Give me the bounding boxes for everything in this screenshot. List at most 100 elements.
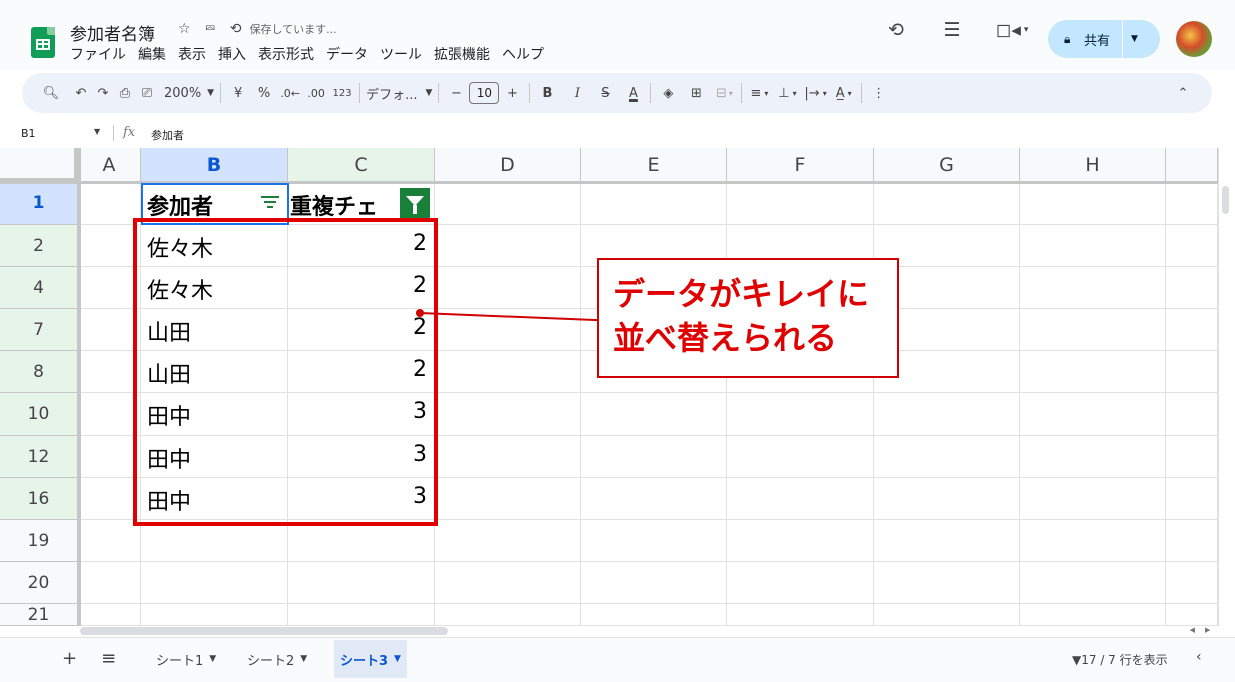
grid-cell[interactable] [581, 436, 727, 478]
grid-cell[interactable] [727, 182, 874, 225]
more-formats-button[interactable]: 123 [331, 79, 353, 107]
text-wrapping-icon[interactable]: |→ ▾ [804, 79, 826, 107]
grid-cell[interactable] [288, 520, 435, 562]
grid-cell[interactable] [727, 604, 874, 626]
grid-cell[interactable] [1020, 225, 1166, 267]
grid-cell[interactable] [581, 393, 727, 436]
grid-cell[interactable] [288, 562, 435, 604]
grid-cell[interactable] [435, 478, 581, 520]
scroll-right-icon[interactable]: ▶ [1205, 626, 1210, 636]
fill-color-icon[interactable]: ◈ [657, 79, 679, 107]
grid-cell[interactable] [435, 393, 581, 436]
grid-cell[interactable] [1166, 393, 1218, 436]
paint-format-icon[interactable]: ⎚ [136, 79, 158, 107]
grid-cell[interactable] [874, 393, 1020, 436]
horizontal-scrollbar[interactable] [80, 626, 1218, 636]
sheet-tab-2[interactable]: シート2 ▼ [241, 640, 313, 678]
grid-cell[interactable] [78, 520, 141, 562]
grid-cell[interactable] [1166, 520, 1218, 562]
grid-cell[interactable] [1166, 604, 1218, 626]
grid-cell[interactable] [727, 562, 874, 604]
horizontal-scroll-thumb[interactable] [80, 627, 448, 635]
move-to-folder-icon[interactable]: ⮹ [205, 21, 216, 37]
grid-cell[interactable] [141, 604, 288, 626]
grid-cell[interactable] [78, 604, 141, 626]
grid-cell[interactable] [1020, 520, 1166, 562]
row-header[interactable]: 19 [0, 520, 78, 562]
text-rotation-icon[interactable]: A̲ ▾ [833, 79, 855, 107]
collapse-panel-icon[interactable]: ‹ [1196, 649, 1202, 665]
grid-cell[interactable] [581, 520, 727, 562]
grid-cell[interactable] [141, 520, 288, 562]
sheet-tab-1[interactable]: シート1 ▼ [150, 640, 222, 678]
grid-cell[interactable] [874, 604, 1020, 626]
column-header-f[interactable]: F [727, 148, 874, 182]
grid-cell[interactable] [1166, 436, 1218, 478]
grid-cell[interactable] [1166, 478, 1218, 520]
redo-icon[interactable]: ↷ [92, 79, 114, 107]
grid-cell[interactable] [435, 225, 581, 267]
column-header-g[interactable]: G [874, 148, 1020, 182]
grid-cell[interactable] [1166, 562, 1218, 604]
menu-help[interactable]: ヘルプ [502, 44, 544, 64]
row-header[interactable]: 4 [0, 267, 78, 309]
percent-format-button[interactable]: % [253, 79, 275, 107]
grid-cell[interactable] [1020, 182, 1166, 225]
video-call-icon[interactable]: ◻◂ ▾ [994, 18, 1030, 42]
grid-cell[interactable] [435, 267, 581, 309]
grid-cell[interactable] [1020, 436, 1166, 478]
vertical-scrollbar[interactable] [1218, 148, 1235, 626]
grid-cell[interactable] [141, 562, 288, 604]
horizontal-align-icon[interactable]: ≡ ▾ [748, 79, 770, 107]
grid-cell[interactable] [78, 309, 141, 351]
grid-cell[interactable] [1020, 267, 1166, 309]
grid-cell[interactable] [435, 436, 581, 478]
grid-cell[interactable] [874, 182, 1020, 225]
name-box-dropdown-icon[interactable]: ▼ [94, 127, 100, 136]
menu-edit[interactable]: 編集 [138, 44, 166, 64]
formula-input[interactable]: 参加者 [151, 127, 184, 143]
grid-cell[interactable] [435, 520, 581, 562]
grid-cell[interactable] [1166, 225, 1218, 267]
column-header-a[interactable]: A [78, 148, 141, 182]
star-icon[interactable]: ☆ [178, 21, 191, 37]
vertical-scroll-thumb[interactable] [1222, 186, 1229, 214]
grid-cell[interactable] [435, 351, 581, 393]
borders-icon[interactable]: ⊞ [685, 79, 707, 107]
grid-cell[interactable] [1020, 604, 1166, 626]
grid-cell[interactable] [874, 520, 1020, 562]
column-header-next[interactable] [1166, 148, 1218, 182]
grid-cell[interactable] [874, 436, 1020, 478]
select-all-corner[interactable] [0, 148, 78, 182]
grid-cell[interactable] [1166, 309, 1218, 351]
share-button[interactable]: 🔒︎ 共有 ▼ [1048, 20, 1160, 58]
more-options-icon[interactable]: ⋮ [868, 79, 890, 107]
share-dropdown-icon[interactable]: ▼ [1131, 34, 1138, 44]
menu-insert[interactable]: 挿入 [218, 44, 246, 64]
grid-cell[interactable] [78, 436, 141, 478]
column-header-b[interactable]: B [141, 148, 288, 182]
grid-cell[interactable] [727, 478, 874, 520]
menu-tools[interactable]: ツール [380, 44, 422, 64]
grid-cell[interactable] [1020, 393, 1166, 436]
grid-cell[interactable] [1166, 351, 1218, 393]
menu-view[interactable]: 表示 [178, 44, 206, 64]
row-header[interactable]: 21 [0, 604, 78, 626]
grid-cell[interactable] [1020, 309, 1166, 351]
grid-cell[interactable] [1020, 562, 1166, 604]
menu-format[interactable]: 表示形式 [258, 44, 314, 64]
grid-cell[interactable] [581, 562, 727, 604]
row-header[interactable]: 16 [0, 478, 78, 520]
grid-cell[interactable] [874, 478, 1020, 520]
grid-cell[interactable] [1166, 267, 1218, 309]
row-header[interactable]: 12 [0, 436, 78, 478]
collapse-toolbar-icon[interactable]: ⌃ [1172, 79, 1194, 107]
comments-icon[interactable]: ☰ [940, 18, 964, 42]
grid-cell[interactable] [78, 351, 141, 393]
sheets-logo-icon[interactable] [31, 27, 55, 58]
column-header-h[interactable]: H [1020, 148, 1166, 182]
active-filter-icon[interactable] [400, 188, 430, 218]
font-size-increase-button[interactable]: + [501, 79, 523, 107]
grid-cell[interactable] [78, 393, 141, 436]
grid-cell[interactable] [78, 225, 141, 267]
